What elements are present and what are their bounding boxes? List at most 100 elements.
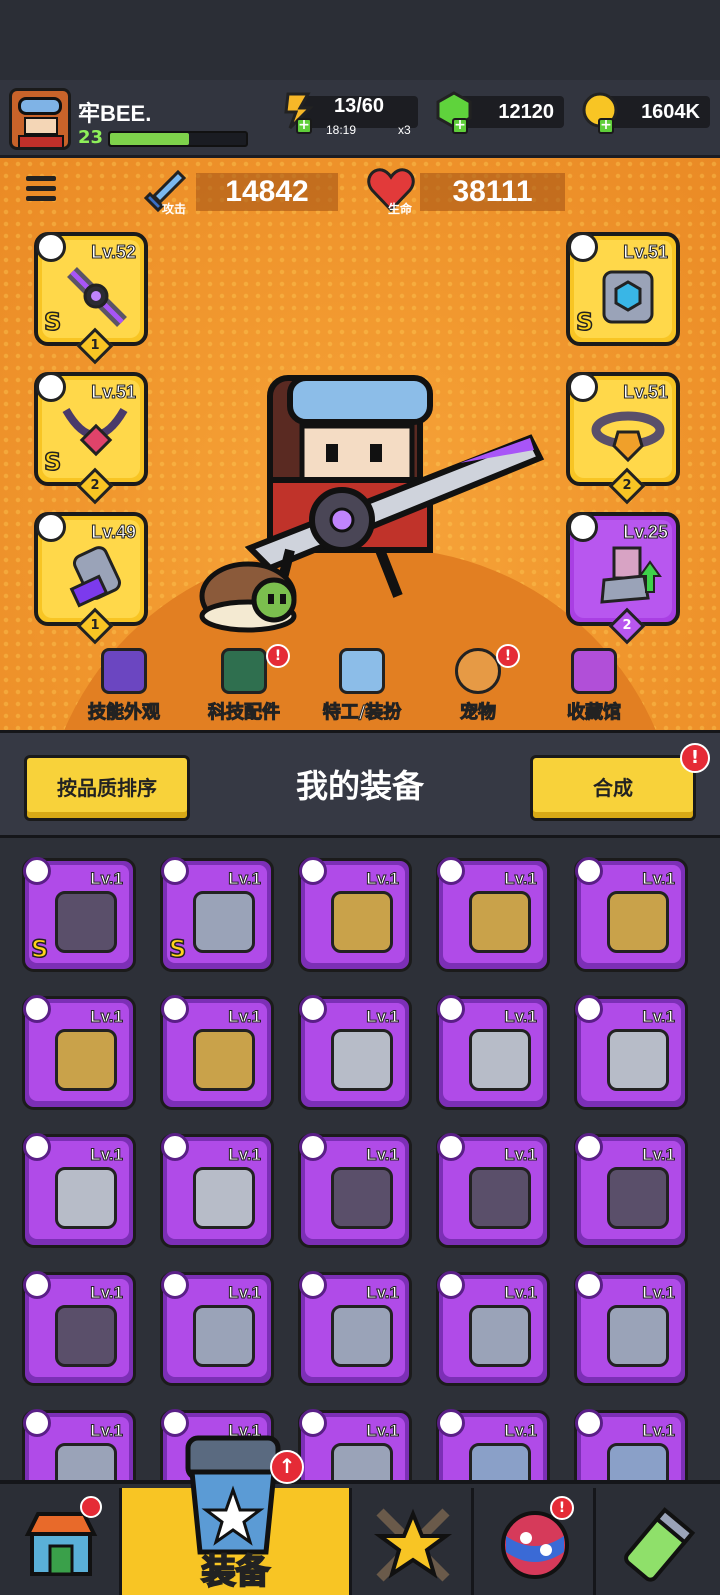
- list-menu-icon[interactable]: [26, 176, 56, 202]
- inventory-item[interactable]: Lv.1: [436, 1271, 550, 1386]
- slot-level: Lv.52: [91, 242, 137, 263]
- avatar-scarf: [18, 135, 64, 147]
- necklace-art: [62, 407, 128, 457]
- tab-label: 装备: [201, 1551, 271, 1593]
- player-avatar[interactable]: [9, 88, 71, 150]
- inventory-item[interactable]: Lv.1: [574, 1271, 688, 1386]
- boot-icon: [568, 512, 598, 542]
- nav-label: 宠物: [460, 702, 497, 724]
- player-level: 23: [78, 127, 104, 148]
- inventory-item[interactable]: Lv.1: [436, 995, 550, 1110]
- equip-slot-armor[interactable]: Lv.51 S: [566, 232, 680, 346]
- gem-value: 12120: [498, 101, 554, 123]
- inventory-item[interactable]: Lv.1: [436, 1133, 550, 1248]
- alert-badge: !: [550, 1496, 574, 1520]
- item-art: [469, 891, 531, 953]
- item-level: Lv.1: [504, 1283, 538, 1303]
- item-level: Lv.1: [228, 869, 262, 889]
- tab-lab[interactable]: [596, 1488, 720, 1595]
- avatar-hat: [18, 97, 62, 115]
- inventory-item[interactable]: Lv.1: [160, 995, 274, 1110]
- inventory-item[interactable]: Lv.1: [436, 857, 550, 972]
- energy-value: 13/60: [334, 95, 385, 117]
- inventory-item[interactable]: Lv.1: [574, 1133, 688, 1248]
- belt-icon: [568, 372, 598, 402]
- equip-slot-glove[interactable]: Lv.49 1: [34, 512, 148, 645]
- tab-world[interactable]: !: [474, 1488, 596, 1595]
- necklace-icon: [437, 1133, 465, 1161]
- item-art: [55, 1029, 117, 1091]
- inventory-item[interactable]: Lv.1: [298, 857, 412, 972]
- inventory-item[interactable]: Lv.1: [160, 1271, 274, 1386]
- equipment-panel: 按品质排序 我的装备 合成 ! Lv.1 S Lv.1 S Lv.1 Lv.1 Lv.1 Lv…: [0, 730, 720, 1524]
- item-art: [55, 1305, 117, 1367]
- inventory-item[interactable]: Lv.1: [298, 1133, 412, 1248]
- equip-slot-weapon[interactable]: Lv.52 S 1: [34, 232, 148, 365]
- inventory-item[interactable]: Lv.1 S: [22, 857, 136, 972]
- panel-title: 我的装备: [295, 767, 424, 805]
- sort-by-quality-button[interactable]: 按品质排序: [24, 755, 190, 821]
- slot-level: Lv.51: [623, 242, 669, 263]
- equip-slot-boots[interactable]: Lv.25 2: [566, 512, 680, 645]
- nav-collection[interactable]: 收藏馆: [534, 648, 654, 730]
- item-art: [193, 891, 255, 953]
- item-art: [55, 891, 117, 953]
- armor-icon: [299, 995, 327, 1023]
- belt-icon: [161, 857, 189, 885]
- inventory-item[interactable]: Lv.1: [22, 995, 136, 1110]
- item-grade: S: [168, 934, 187, 964]
- item-level: Lv.1: [366, 1145, 400, 1165]
- inventory-item[interactable]: Lv.1: [22, 1133, 136, 1248]
- necklace-icon: [23, 1271, 51, 1299]
- upgrade-arrow-icon: ↑: [270, 1450, 304, 1484]
- equip-slot-necklace[interactable]: Lv.51 S 2: [34, 372, 148, 505]
- lab-icon: [624, 1507, 696, 1582]
- item-level: Lv.1: [366, 1283, 400, 1303]
- inventory-item[interactable]: Lv.1 S: [160, 857, 274, 972]
- inventory-item[interactable]: Lv.1: [160, 1133, 274, 1248]
- pet-icon: [455, 648, 501, 694]
- avatar-face: [24, 117, 58, 135]
- panel-header: 按品质排序 我的装备 合成 !: [0, 730, 720, 838]
- item-art: [331, 891, 393, 953]
- game-screen: 牢BEE. 23 13/60 18:19 x3 + 12120 + 1604K …: [0, 0, 720, 1595]
- item-level: Lv.1: [366, 869, 400, 889]
- inventory-item[interactable]: Lv.1: [574, 857, 688, 972]
- inventory-item[interactable]: Lv.1: [298, 995, 412, 1110]
- item-level: Lv.1: [90, 869, 124, 889]
- item-art: [469, 1029, 531, 1091]
- pet-turtle[interactable]: [198, 556, 308, 646]
- tab-battle[interactable]: [352, 1488, 474, 1595]
- weapon-icon: [161, 995, 189, 1023]
- alert-badge: !: [266, 644, 290, 668]
- item-level: Lv.1: [642, 1007, 676, 1027]
- energy-plus-icon[interactable]: +: [296, 118, 312, 134]
- belt-icon: [299, 1409, 327, 1437]
- inventory-item[interactable]: Lv.1: [22, 1271, 136, 1386]
- item-level: Lv.1: [228, 1145, 262, 1165]
- inventory-item[interactable]: Lv.1: [574, 995, 688, 1110]
- belt-icon: [575, 1271, 603, 1299]
- nav-tech-parts[interactable]: 科技配件 !: [184, 644, 304, 730]
- nav-skill-skins[interactable]: 技能外观: [64, 648, 184, 730]
- gold-plus-icon[interactable]: +: [598, 118, 614, 134]
- tab-equipment[interactable]: ↑ 装备: [122, 1435, 352, 1595]
- alert-badge: !: [496, 644, 520, 668]
- item-level: Lv.1: [504, 1007, 538, 1027]
- collection-icon: [571, 648, 617, 694]
- tab-shop[interactable]: [0, 1488, 122, 1595]
- item-level: Lv.1: [642, 1283, 676, 1303]
- nav-agents[interactable]: 特工/装扮: [302, 648, 422, 730]
- equip-slot-belt[interactable]: Lv.51 2: [566, 372, 680, 505]
- item-level: Lv.1: [504, 1421, 538, 1441]
- gem-plus-icon[interactable]: +: [452, 118, 468, 134]
- item-level: Lv.1: [228, 1007, 262, 1027]
- glove-art: [69, 546, 121, 608]
- nav-pets[interactable]: 宠物 !: [418, 644, 538, 730]
- inventory-item[interactable]: Lv.1: [298, 1271, 412, 1386]
- item-level: Lv.1: [642, 1145, 676, 1165]
- weapon-icon: [437, 857, 465, 885]
- item-art: [193, 1167, 255, 1229]
- merge-button[interactable]: 合成: [530, 755, 696, 821]
- slot-grade: S: [43, 447, 62, 477]
